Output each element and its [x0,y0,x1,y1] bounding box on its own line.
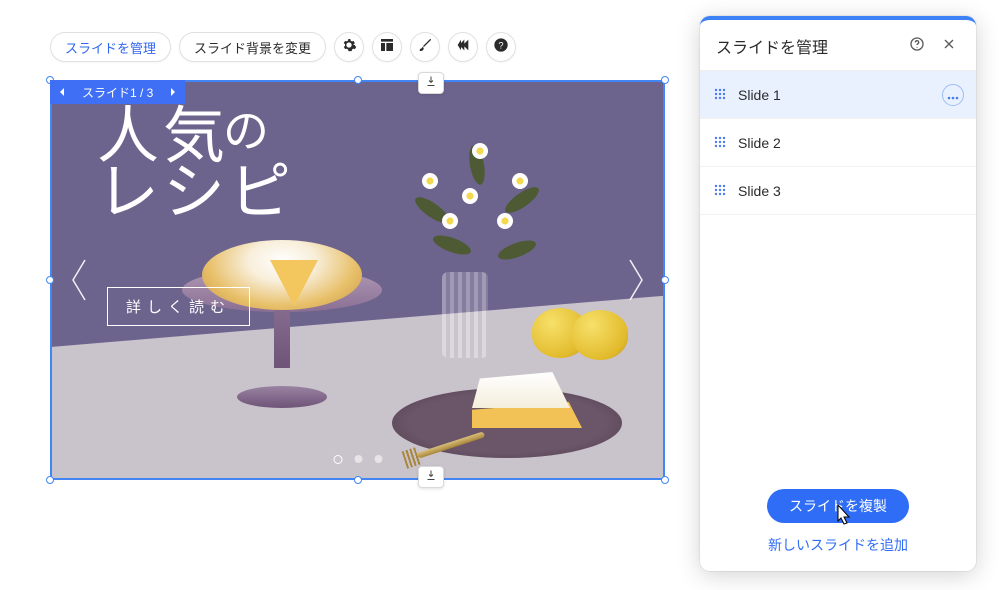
help-icon [909,36,925,57]
slide-row-label: Slide 3 [738,183,781,199]
badge-prev-button[interactable] [50,87,74,97]
add-slide-link[interactable]: 新しいスライドを追加 [768,535,908,555]
download-icon [425,468,437,486]
help-icon: ? [493,37,509,58]
panel-title: スライドを管理 [716,34,896,58]
resize-handle-sw[interactable] [46,476,54,484]
help-button[interactable]: ? [486,32,516,62]
panel-footer: スライドを複製 新しいスライドを追加 [700,473,976,571]
duplicate-slide-button[interactable]: スライドを複製 [767,489,909,523]
slide-row-label: Slide 2 [738,135,781,151]
slide-row-3[interactable]: Slide 3 [700,167,976,215]
gear-icon [341,37,357,58]
slide-row-1[interactable]: Slide 1 [700,71,976,119]
manage-slides-button[interactable]: スライドを管理 [50,32,171,62]
more-icon [947,87,959,103]
drag-handle-icon[interactable] [714,183,726,199]
panel-close-button[interactable] [938,35,960,57]
close-icon [941,36,957,57]
design-button[interactable] [410,32,440,62]
editor-toolbar: スライドを管理 スライド背景を変更 ? [50,32,516,62]
selection-frame [50,80,665,480]
add-slide-label: 新しいスライドを追加 [768,537,908,553]
animation-button[interactable] [448,32,478,62]
resize-handle-s[interactable] [354,476,362,484]
svg-text:?: ? [498,40,503,50]
layout-button[interactable] [372,32,402,62]
animation-icon [455,37,471,58]
change-background-button[interactable]: スライド背景を変更 [179,32,326,62]
download-icon [425,74,437,92]
slide-row-more-button[interactable] [942,84,964,106]
manage-slides-label: スライドを管理 [65,38,156,57]
resize-handle-e[interactable] [661,276,669,284]
settings-button[interactable] [334,32,364,62]
resize-handle-ne[interactable] [661,76,669,84]
stretch-bottom-button[interactable] [418,466,444,488]
panel-help-button[interactable] [906,35,928,57]
duplicate-slide-label: スライドを複製 [789,498,887,514]
slide-index-label: スライド1 / 3 [74,84,161,101]
slide-index-badge: スライド1 / 3 [50,80,185,104]
manage-slides-panel: スライドを管理 Slide 1 Slide 2 Slide 3 スライドを複製 … [700,16,976,571]
stretch-top-button[interactable] [418,72,444,94]
slide-list: Slide 1 Slide 2 Slide 3 [700,70,976,473]
drag-handle-icon[interactable] [714,87,726,103]
layout-icon [379,37,395,58]
resize-handle-n[interactable] [354,76,362,84]
slideshow-element[interactable]: 人気の レシピ 詳しく読む スライド1 / 3 [50,80,665,480]
slide-row-label: Slide 1 [738,87,781,103]
slide-row-2[interactable]: Slide 2 [700,119,976,167]
brush-icon [417,37,433,58]
panel-header: スライドを管理 [700,20,976,70]
resize-handle-w[interactable] [46,276,54,284]
change-background-label: スライド背景を変更 [194,38,311,57]
badge-next-button[interactable] [161,87,185,97]
drag-handle-icon[interactable] [714,135,726,151]
resize-handle-se[interactable] [661,476,669,484]
